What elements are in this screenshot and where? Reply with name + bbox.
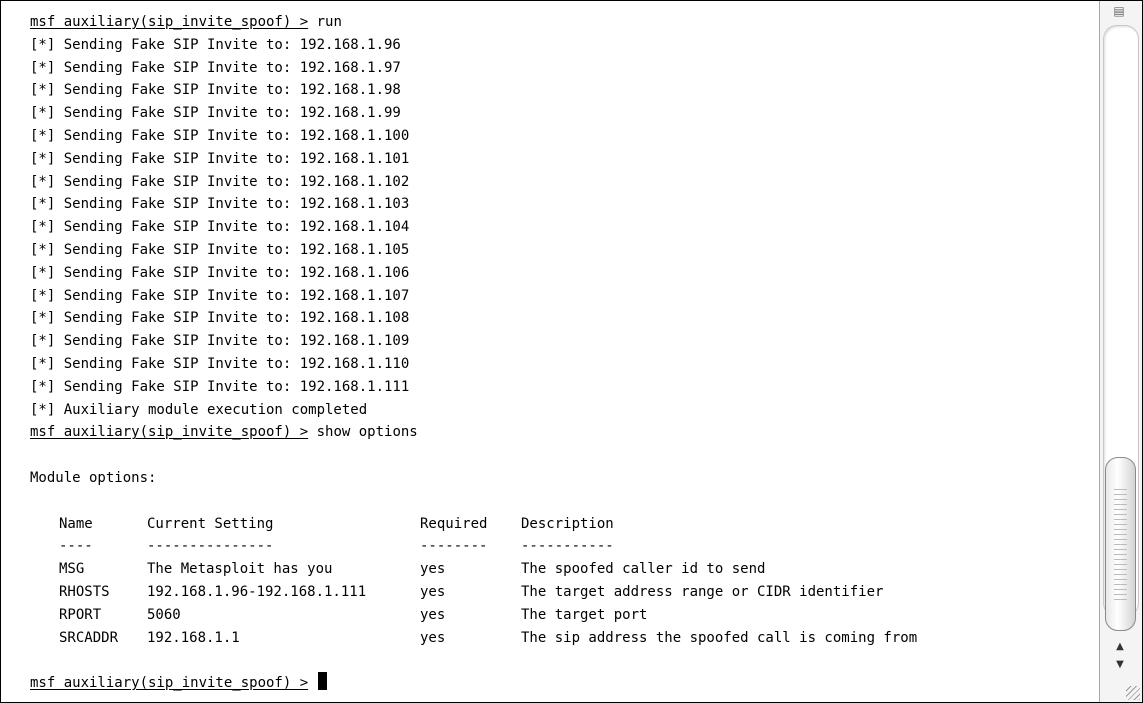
output-line: [*] Sending Fake SIP Invite to: 192.168.… [30, 173, 410, 190]
option-description: The spoofed caller id to send [521, 561, 766, 578]
separator-required: -------- [420, 538, 488, 555]
output-line: [*] Sending Fake SIP Invite to: 192.168.… [30, 378, 410, 395]
options-table-header: Name Current Setting Required Descriptio… [30, 513, 1099, 536]
terminal-output[interactable]: msf auxiliary(sip_invite_spoof) > run [*… [1, 1, 1099, 702]
output-line: [*] Sending Fake SIP Invite to: 192.168.… [30, 264, 410, 281]
split-pane-icon[interactable]: ▤ [1112, 4, 1126, 18]
output-line: [*] Sending Fake SIP Invite to: 192.168.… [30, 82, 401, 99]
separator-setting: --------------- [147, 538, 274, 555]
table-row: RPORT 5060 yes The target port [30, 604, 1099, 627]
option-name: RHOSTS [59, 583, 110, 600]
output-line: [*] Sending Fake SIP Invite to: 192.168.… [30, 36, 401, 53]
text-cursor [317, 672, 327, 691]
separator-description: ----------- [521, 538, 614, 555]
header-name: Name [59, 515, 93, 532]
option-required: yes [420, 629, 446, 646]
output-line: [*] Sending Fake SIP Invite to: 192.168.… [30, 150, 410, 167]
option-setting: 5060 [147, 606, 181, 623]
output-line: [*] Sending Fake SIP Invite to: 192.168.… [30, 310, 410, 327]
table-row: MSG The Metasploit has you yes The spoof… [30, 558, 1099, 581]
output-line: [*] Sending Fake SIP Invite to: 192.168.… [30, 196, 410, 213]
arrow-down-icon[interactable]: ▼ [1108, 657, 1132, 673]
output-line: [*] Sending Fake SIP Invite to: 192.168.… [30, 127, 410, 144]
prompt-line: msf auxiliary(sip_invite_spoof) > show o… [30, 421, 1099, 444]
table-row: RHOSTS 192.168.1.96-192.168.1.111 yes Th… [30, 581, 1099, 604]
option-required: yes [420, 606, 446, 623]
command-text: run [308, 14, 342, 30]
options-table-separator: ---- --------------- -------- ----------… [30, 535, 1099, 558]
header-description: Description [521, 515, 614, 532]
output-line: [*] Sending Fake SIP Invite to: 192.168.… [30, 241, 410, 258]
option-required: yes [420, 561, 446, 578]
output-line: [*] Auxiliary module execution completed [30, 401, 368, 418]
option-setting: The Metasploit has you [147, 561, 333, 578]
msf-prompt: msf auxiliary(sip_invite_spoof) > [30, 675, 309, 692]
output-line: [*] Sending Fake SIP Invite to: 192.168.… [30, 333, 410, 350]
vertical-scrollbar[interactable]: ▤ ▲ ▼ [1099, 1, 1142, 702]
prompt-line[interactable]: msf auxiliary(sip_invite_spoof) > [30, 672, 1099, 695]
output-line: [*] Sending Fake SIP Invite to: 192.168.… [30, 105, 401, 122]
output-line: [*] Sending Fake SIP Invite to: 192.168.… [30, 219, 410, 236]
option-required: yes [420, 583, 446, 600]
option-name: RPORT [59, 606, 102, 623]
terminal-window: msf auxiliary(sip_invite_spoof) > run [*… [0, 0, 1143, 703]
option-description: The sip address the spoofed call is comi… [521, 629, 918, 646]
msf-prompt: msf auxiliary(sip_invite_spoof) > [30, 14, 309, 30]
header-required: Required [420, 515, 488, 532]
table-row: SRCADDR 192.168.1.1 yes The sip address … [30, 627, 1099, 650]
separator-name: ---- [59, 538, 93, 555]
prompt-line: msf auxiliary(sip_invite_spoof) > run [30, 11, 1099, 34]
arrow-up-icon[interactable]: ▲ [1108, 639, 1132, 655]
option-setting: 192.168.1.1 [147, 629, 240, 646]
resize-grip-icon[interactable] [1126, 686, 1140, 700]
scroll-thumb[interactable] [1105, 457, 1136, 631]
header-setting: Current Setting [147, 515, 274, 532]
msf-prompt: msf auxiliary(sip_invite_spoof) > [30, 424, 309, 441]
option-description: The target address range or CIDR identif… [521, 583, 884, 600]
output-line: [*] Sending Fake SIP Invite to: 192.168.… [30, 59, 401, 76]
option-setting: 192.168.1.96-192.168.1.111 [147, 583, 367, 600]
option-name: SRCADDR [59, 629, 119, 646]
output-line: [*] Sending Fake SIP Invite to: 192.168.… [30, 355, 410, 372]
command-text: show options [308, 424, 418, 441]
output-line: [*] Sending Fake SIP Invite to: 192.168.… [30, 287, 410, 304]
option-name: MSG [59, 561, 85, 578]
module-options-heading: Module options: [30, 469, 157, 486]
option-description: The target port [521, 606, 648, 623]
